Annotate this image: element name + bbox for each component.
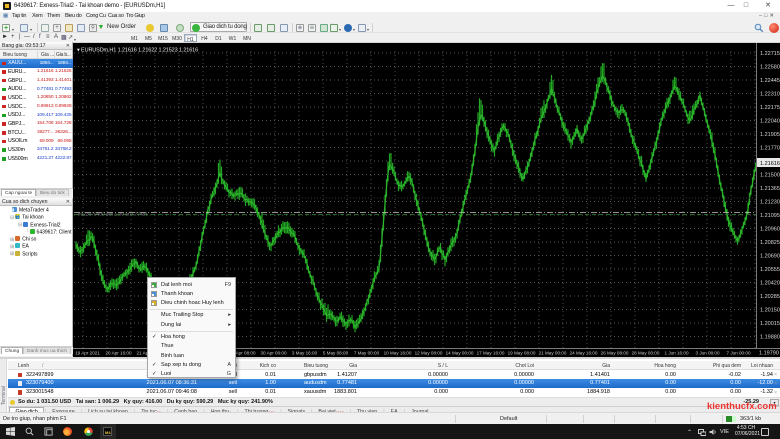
svg-text:19 Apr 2021: 19 Apr 2021 [75, 351, 100, 356]
svg-text:1.22310: 1.22310 [760, 92, 780, 98]
svg-text:10 May 16:00: 10 May 16:00 [384, 351, 412, 356]
svg-text:1.20690: 1.20690 [760, 254, 780, 260]
svg-text:1.21905: 1.21905 [760, 132, 780, 138]
svg-text:1.20825: 1.20825 [760, 240, 780, 246]
svg-text:3 May 16:00: 3 May 16:00 [292, 351, 318, 356]
svg-text:#323079400 sell 1.00 at 0.7748: #323079400 sell 1.00 at 0.77481 [78, 211, 148, 217]
svg-text:12 May 08:00: 12 May 08:00 [415, 351, 443, 356]
svg-text:7 Jun 00:00: 7 Jun 00:00 [726, 351, 750, 356]
svg-text:1.22175: 1.22175 [760, 105, 780, 111]
svg-text:1.21230: 1.21230 [760, 200, 780, 206]
svg-text:30 Apr 00:00: 30 Apr 00:00 [260, 351, 286, 356]
svg-text:1.20015: 1.20015 [760, 321, 780, 327]
svg-text:▾ EURUSDm,H1 1.21616 1.21622: ▾ EURUSDm,H1 1.21616 1.21622 1.21523 1.2… [77, 48, 198, 54]
svg-text:1.21095: 1.21095 [760, 213, 780, 219]
svg-text:5 May 08:00: 5 May 08:00 [323, 351, 349, 356]
svg-text:1.19790: 1.19790 [759, 351, 779, 357]
svg-text:1.21500: 1.21500 [760, 173, 780, 179]
svg-text:17 May 16:00: 17 May 16:00 [477, 351, 505, 356]
svg-text:21 May 00:00: 21 May 00:00 [539, 351, 567, 356]
svg-text:1.20960: 1.20960 [760, 227, 780, 233]
svg-text:1.19880: 1.19880 [760, 335, 780, 341]
svg-text:28 May 00:00: 28 May 00:00 [632, 351, 660, 356]
svg-text:7 May 00:00: 7 May 00:00 [354, 351, 380, 356]
svg-text:3 Jun 08:00: 3 Jun 08:00 [695, 351, 719, 356]
svg-text:14 May 00:00: 14 May 00:00 [446, 351, 474, 356]
svg-text:1.21616: 1.21616 [760, 161, 780, 167]
svg-text:20 Apr 16:00: 20 Apr 16:00 [105, 351, 131, 356]
svg-text:1.22580: 1.22580 [760, 65, 780, 71]
svg-text:1.21770: 1.21770 [760, 146, 780, 152]
svg-text:1.22715: 1.22715 [760, 51, 780, 57]
svg-text:1.20555: 1.20555 [760, 267, 780, 273]
svg-text:1 Jun 16:00: 1 Jun 16:00 [664, 351, 688, 356]
svg-text:24 May 16:00: 24 May 16:00 [570, 351, 598, 356]
svg-text:19 May 08:00: 19 May 08:00 [508, 351, 536, 356]
svg-text:26 May 08:00: 26 May 08:00 [601, 351, 629, 356]
svg-text:1.22445: 1.22445 [760, 78, 780, 84]
svg-text:1.20420: 1.20420 [760, 281, 780, 287]
svg-text:1.20150: 1.20150 [760, 308, 780, 314]
svg-text:1.21365: 1.21365 [760, 186, 780, 192]
svg-text:1.22040: 1.22040 [760, 119, 780, 125]
svg-text:1.20285: 1.20285 [760, 294, 780, 300]
